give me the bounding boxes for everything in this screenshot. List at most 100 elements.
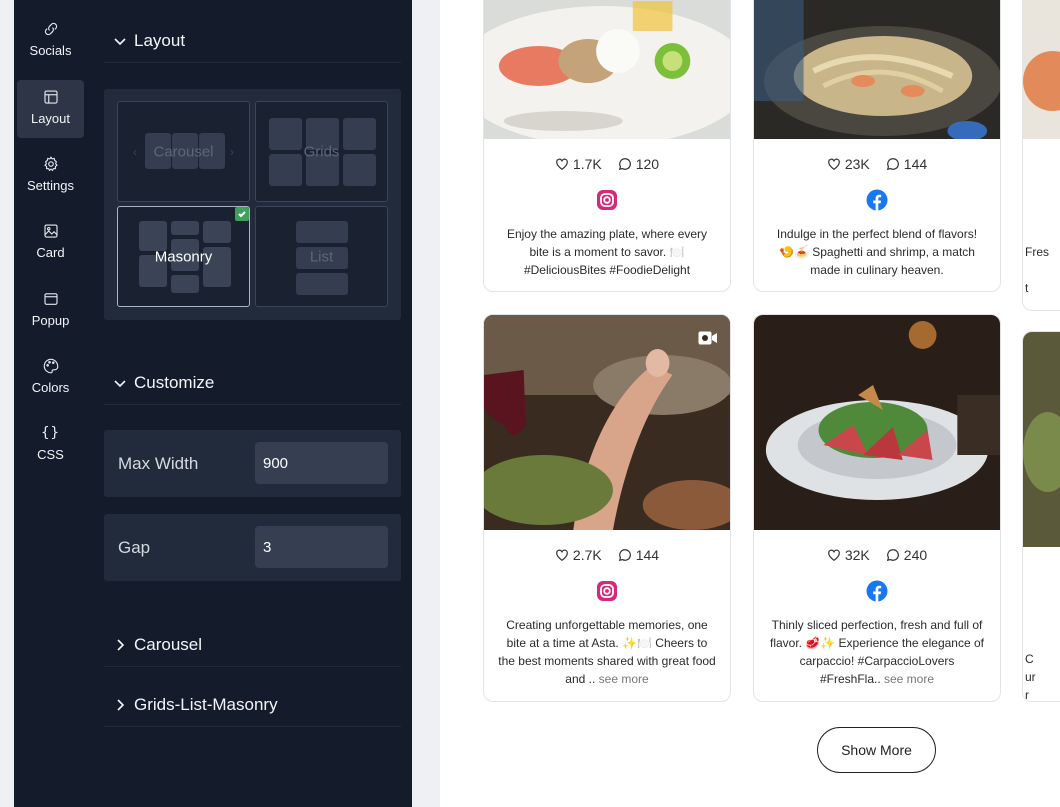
comment-count: 144 [635, 547, 660, 563]
post-caption: Indulge in the perfect blend of flavors!… [768, 225, 986, 279]
layout-option-label: Carousel [153, 143, 214, 160]
post-image [1023, 0, 1060, 139]
rail-label: Socials [29, 43, 72, 58]
rail-label: Card [36, 245, 65, 260]
max-width-input[interactable] [255, 442, 388, 484]
heart-icon [556, 158, 568, 170]
rail-label: Colors [31, 380, 70, 395]
settings-column: Layout ‹ › Carousel Grids Masonry List C… [104, 0, 401, 807]
chevron-down-icon [114, 379, 126, 387]
rail-label: CSS [37, 447, 64, 462]
video-icon [698, 331, 717, 345]
section-header-customize[interactable]: Customize [104, 361, 401, 405]
post-caption: C ur r [1025, 632, 1060, 702]
post-card[interactable]: Fres t [1022, 0, 1060, 311]
chevron-right-icon [117, 638, 125, 651]
comment-count: 120 [635, 156, 660, 172]
section-title: Carousel [134, 634, 203, 654]
layout-option-carousel[interactable]: ‹ › Carousel [117, 101, 250, 202]
instagram-icon [597, 581, 617, 601]
icon-rail: Socials Layout Settings Card Popup Color… [14, 0, 90, 807]
rail-item-css[interactable]: {} CSS [17, 416, 84, 474]
gear-icon [43, 156, 58, 172]
comment-icon [886, 549, 899, 562]
rail-item-popup[interactable]: Popup [17, 282, 84, 340]
post-stats: 32K 240 [754, 547, 1000, 563]
post-image [484, 0, 730, 139]
layout-option-label: Masonry [154, 248, 213, 265]
post-card[interactable]: 32K 240 Thinly sliced perfection, fresh … [753, 314, 1001, 702]
instagram-icon [597, 190, 617, 210]
post-stats: 1.7K 120 [484, 156, 730, 172]
like-count: 1.7K [572, 156, 602, 172]
rail-item-colors[interactable]: Colors [17, 349, 84, 407]
post-caption: Thinly sliced perfection, fresh and full… [768, 616, 986, 688]
gap-row: Gap [104, 514, 401, 581]
post-card[interactable]: 23K 144 Indulge in the perfect blend of … [753, 0, 1001, 292]
rail-item-socials[interactable]: Socials [17, 12, 84, 70]
caption-text: C ur r [1025, 652, 1036, 702]
show-more-button[interactable]: Show More [817, 727, 936, 773]
see-more-link[interactable]: see more [599, 672, 649, 686]
post-card[interactable]: 2.7K 144 Creating unforgettable memories… [483, 314, 731, 702]
preview-tile [171, 275, 199, 293]
post-stats: 23K 144 [754, 156, 1000, 172]
like-count: 32K [844, 547, 870, 563]
facebook-icon [866, 580, 888, 602]
layout-icon [43, 90, 58, 104]
post-image [754, 0, 1000, 139]
layout-option-label: Grids [303, 143, 340, 160]
post-card[interactable]: C ur r [1022, 331, 1060, 702]
rail-item-layout[interactable]: Layout [17, 80, 84, 138]
preview-tile [296, 273, 348, 295]
palette-icon [43, 358, 58, 374]
widget-editor-panel: Socials Layout Settings Card Popup Color… [14, 0, 412, 807]
caption-text: Thinly sliced perfection, fresh and full… [769, 618, 984, 686]
max-width-row: Max Width [104, 430, 401, 497]
like-count: 23K [844, 156, 870, 172]
chevron-down-icon [114, 37, 126, 45]
rail-item-settings[interactable]: Settings [17, 147, 84, 205]
rail-label: Settings [27, 178, 74, 193]
like-count: 2.7K [572, 547, 602, 563]
preview-tile [171, 221, 199, 235]
gap-label: Gap [118, 537, 151, 557]
see-more-link[interactable]: see more [884, 672, 934, 686]
layout-options-grid: ‹ › Carousel Grids Masonry List [104, 89, 401, 320]
chevron-right-icon [117, 698, 125, 711]
facebook-icon [866, 189, 888, 211]
post-caption: Enjoy the amazing plate, where every bit… [498, 225, 716, 279]
comment-count: 144 [903, 156, 928, 172]
section-header-grids-list-masonry[interactable]: Grids-List-Masonry [104, 683, 401, 727]
section-title: Layout [134, 30, 186, 50]
comment-count: 240 [903, 547, 928, 563]
section-header-carousel[interactable]: Carousel [104, 623, 401, 667]
post-image [754, 315, 1000, 530]
gap-input[interactable] [255, 526, 388, 568]
preview-tile [296, 221, 348, 243]
feed-preview: 1.7K 120 Enjoy the amazing plate, where … [440, 0, 1060, 807]
layout-option-grids[interactable]: Grids [255, 101, 388, 202]
layout-option-list[interactable]: List [255, 206, 388, 307]
post-caption: Creating unforgettable memories, one bit… [498, 616, 716, 688]
layout-option-masonry[interactable]: Masonry [117, 206, 250, 307]
selected-check-icon [235, 207, 249, 221]
post-image [1023, 332, 1060, 547]
heart-icon [556, 549, 568, 561]
rail-label: Layout [30, 111, 71, 126]
comment-icon [618, 158, 631, 171]
post-card[interactable]: 1.7K 120 Enjoy the amazing plate, where … [483, 0, 731, 292]
heart-icon [827, 549, 840, 561]
preview-tile [203, 221, 231, 243]
layout-option-label: List [309, 248, 334, 265]
post-image [484, 315, 730, 530]
link-icon [44, 22, 57, 36]
comment-icon [618, 549, 631, 562]
rail-item-card[interactable]: Card [17, 214, 84, 272]
rail-label: Popup [31, 313, 70, 328]
section-title: Customize [134, 372, 215, 392]
post-caption: Fres t [1025, 225, 1060, 297]
section-header-layout[interactable]: Layout [104, 19, 401, 63]
caption-text: Indulge in the perfect blend of flavors!… [776, 227, 978, 277]
section-title: Grids-List-Masonry [134, 694, 278, 714]
